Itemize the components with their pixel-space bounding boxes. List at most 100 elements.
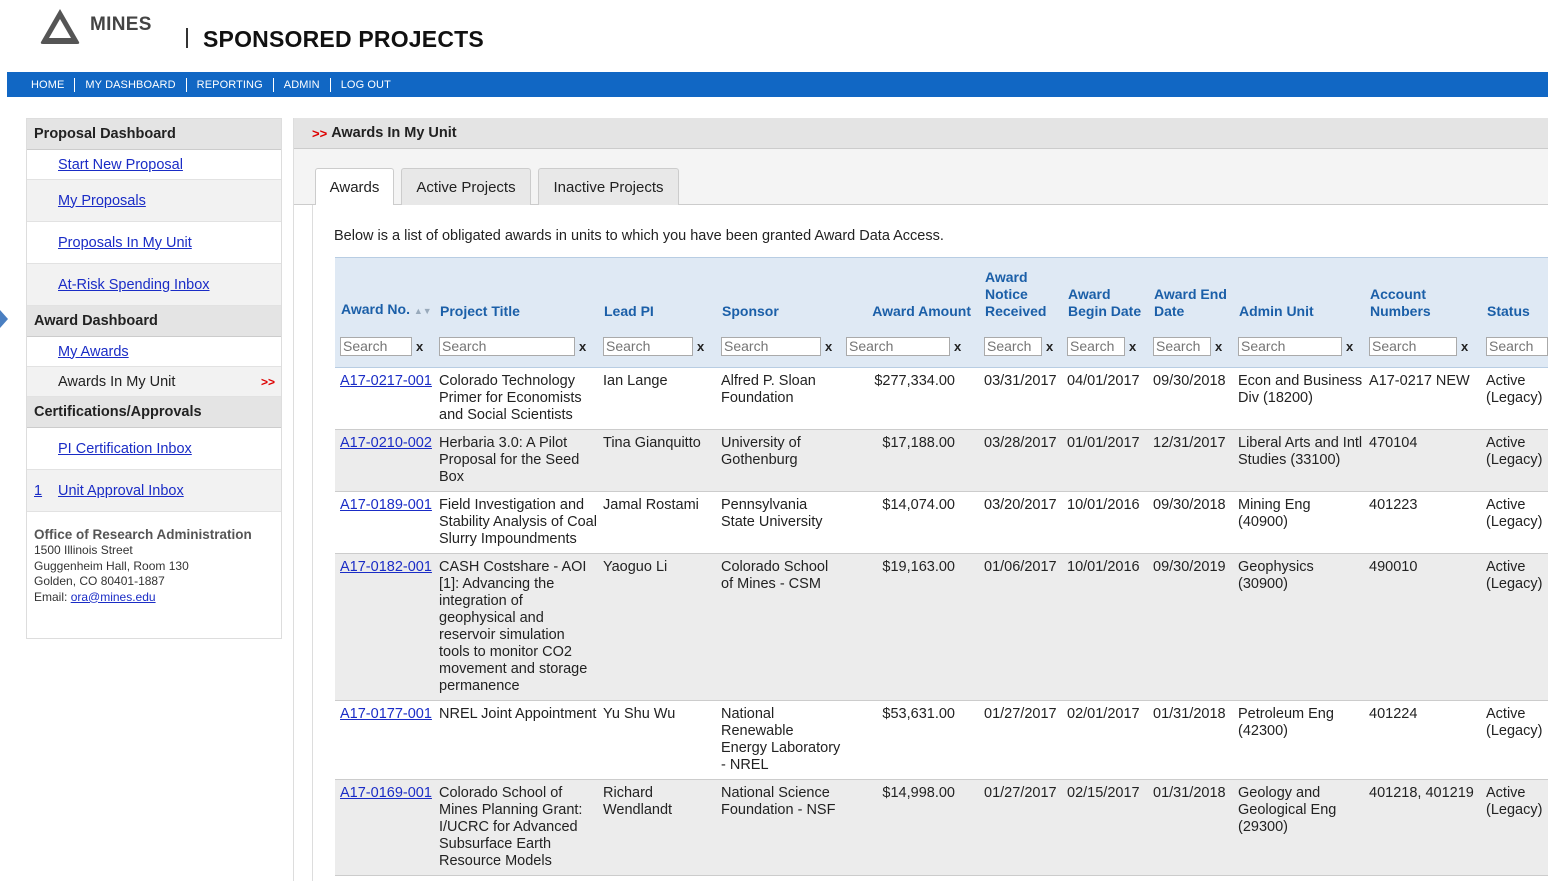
cell-account-numbers: 401224 [1364,700,1481,780]
col-begin-date[interactable]: Award Begin Date [1062,257,1148,326]
office-email-link[interactable]: ora@mines.edu [71,590,156,604]
cell-admin-unit: Mining Eng (40900) [1233,491,1364,554]
cell-award-amount: $14,998.00 [841,779,979,876]
award-link[interactable]: A17-0182-001 [340,559,432,575]
cell-end-date: 12/31/2017 [1148,429,1233,492]
cell-project-title: Herbaria 3.0: A Pilot Proposal for the S… [434,429,598,492]
my-awards-link[interactable]: My Awards [58,344,129,360]
filter-cell: x [1233,325,1364,368]
filter-award-amount[interactable] [846,336,950,356]
cell-project-title: Colorado School of Mines Planning Grant:… [434,779,598,876]
col-project-title[interactable]: Project Title [434,257,598,326]
sidebar-item-my-proposals: My Proposals [27,180,281,222]
col-end-date[interactable]: Award End Date [1148,257,1233,326]
clear-filter-button[interactable]: x [579,339,586,354]
cell-begin-date: 10/01/2016 [1062,491,1148,554]
clear-filter-button[interactable]: x [825,339,832,354]
clear-filter-button[interactable]: x [1346,339,1353,354]
cell-notice-received: 01/27/2017 [979,875,1062,881]
main-panel: >> Awards In My Unit Awards Active Proje… [293,118,1548,881]
cell-begin-date: 04/01/2017 [1062,367,1148,430]
filter-end-date[interactable] [1153,336,1211,356]
logo-text: MINES [90,14,152,35]
unit-approval-link[interactable]: Unit Approval Inbox [58,483,184,499]
filter-lead-pi[interactable] [603,336,693,356]
cell-status: Active (Legacy) [1481,491,1548,554]
award-link[interactable]: A17-0189-001 [340,497,432,513]
cell-sponsor: National Science Foundation - NSF [716,779,841,876]
site-title: SPONSORED PROJECTS [203,26,484,52]
current-page-marker: >> [260,374,275,389]
clear-filter-button[interactable]: x [1046,339,1053,354]
start-new-proposal-link[interactable]: Start New Proposal [58,157,183,173]
award-link[interactable]: A17-0177-001 [340,706,432,722]
cell-notice-received: 03/20/2017 [979,491,1062,554]
award-link[interactable]: A17-0169-001 [340,785,432,801]
col-sponsor[interactable]: Sponsor [716,257,841,326]
cell-admin-unit: Petroleum Eng (42300) [1233,700,1364,780]
sidebar-item-pi-certification: PI Certification Inbox [27,428,281,470]
tab-active-projects[interactable]: Active Projects [401,168,531,206]
cell-sponsor: Macalester [716,875,841,881]
my-proposals-link[interactable]: My Proposals [58,193,146,209]
filter-cell: x [716,325,841,368]
nav-admin[interactable]: ADMIN [284,79,320,91]
col-award-no[interactable]: Award No. ▲▼ [335,257,434,326]
award-link[interactable]: A17-0210-002 [340,435,432,451]
sidebar-item-my-awards: My Awards [27,337,281,367]
intro-text: Below is a list of obligated awards in u… [334,228,944,244]
nav-home[interactable]: HOME [31,79,64,91]
col-lead-pi[interactable]: Lead PI [598,257,716,326]
clear-filter-button[interactable]: x [1129,339,1136,354]
sort-icon[interactable]: ▲▼ [414,306,432,316]
cell-award-no: A17-0182-001 [335,553,434,701]
filter-cell: x [841,325,979,368]
sidebar-toggle-icon[interactable] [0,310,8,328]
filter-account-numbers[interactable] [1369,336,1457,356]
col-notice-received[interactable]: Award Notice Received [979,257,1062,326]
filter-award-no[interactable] [340,336,412,356]
cell-status: Active (Legacy) [1481,779,1548,876]
col-admin-unit[interactable]: Admin Unit [1233,257,1364,326]
cell-award-amount: $19,163.00 [841,553,979,701]
nav-reporting[interactable]: REPORTING [197,79,263,91]
tab-content: Below is a list of obligated awards in u… [312,205,1548,881]
pi-certification-link[interactable]: PI Certification Inbox [58,441,192,457]
filter-notice-received[interactable] [984,336,1042,356]
cell-notice-received: 01/27/2017 [979,779,1062,876]
sidebar-item-awards-in-unit[interactable]: Awards In My Unit >> [27,367,281,397]
sidebar-item-at-risk: At-Risk Spending Inbox [27,264,281,306]
filter-begin-date[interactable] [1067,336,1125,356]
filter-cell: x [1148,325,1233,368]
tab-inactive-projects[interactable]: Inactive Projects [538,168,679,206]
heading-marker: >> [312,125,328,141]
clear-filter-button[interactable]: x [1461,339,1468,354]
filter-cell: x [335,325,434,368]
award-link[interactable]: A17-0217-001 [340,373,432,389]
proposals-in-unit-link[interactable]: Proposals In My Unit [58,235,192,251]
office-contact: Office of Research Administration 1500 I… [27,512,281,605]
cell-admin-unit: Liberal Arts and Intl Studies (33100) [1233,429,1364,492]
clear-filter-button[interactable]: x [697,339,704,354]
col-account-numbers[interactable]: Account Numbers [1364,257,1481,326]
clear-filter-button[interactable]: x [416,339,423,354]
clear-filter-button[interactable]: x [954,339,961,354]
cell-lead-pi: Yaoguo Li [598,553,716,701]
filter-status[interactable] [1486,336,1548,356]
col-status[interactable]: Status [1481,257,1548,326]
filter-sponsor[interactable] [721,336,821,356]
office-title: Office of Research Administration [34,527,252,542]
filter-project-title[interactable] [439,336,575,356]
tab-awards[interactable]: Awards [315,168,394,206]
filter-admin-unit[interactable] [1238,336,1342,356]
nav-my-dashboard[interactable]: MY DASHBOARD [85,79,175,91]
nav-log-out[interactable]: LOG OUT [341,79,391,91]
mines-logo-icon[interactable] [38,6,82,46]
col-award-amount[interactable]: Award Amount [841,257,979,326]
cell-begin-date: 10/01/2016 [1062,553,1148,701]
at-risk-spending-link[interactable]: At-Risk Spending Inbox [58,277,210,293]
cell-account-numbers: A17-0217 NEW [1364,367,1481,430]
clear-filter-button[interactable]: x [1215,339,1222,354]
title-separator [186,28,188,48]
unit-approval-count[interactable]: 1 [34,483,42,499]
